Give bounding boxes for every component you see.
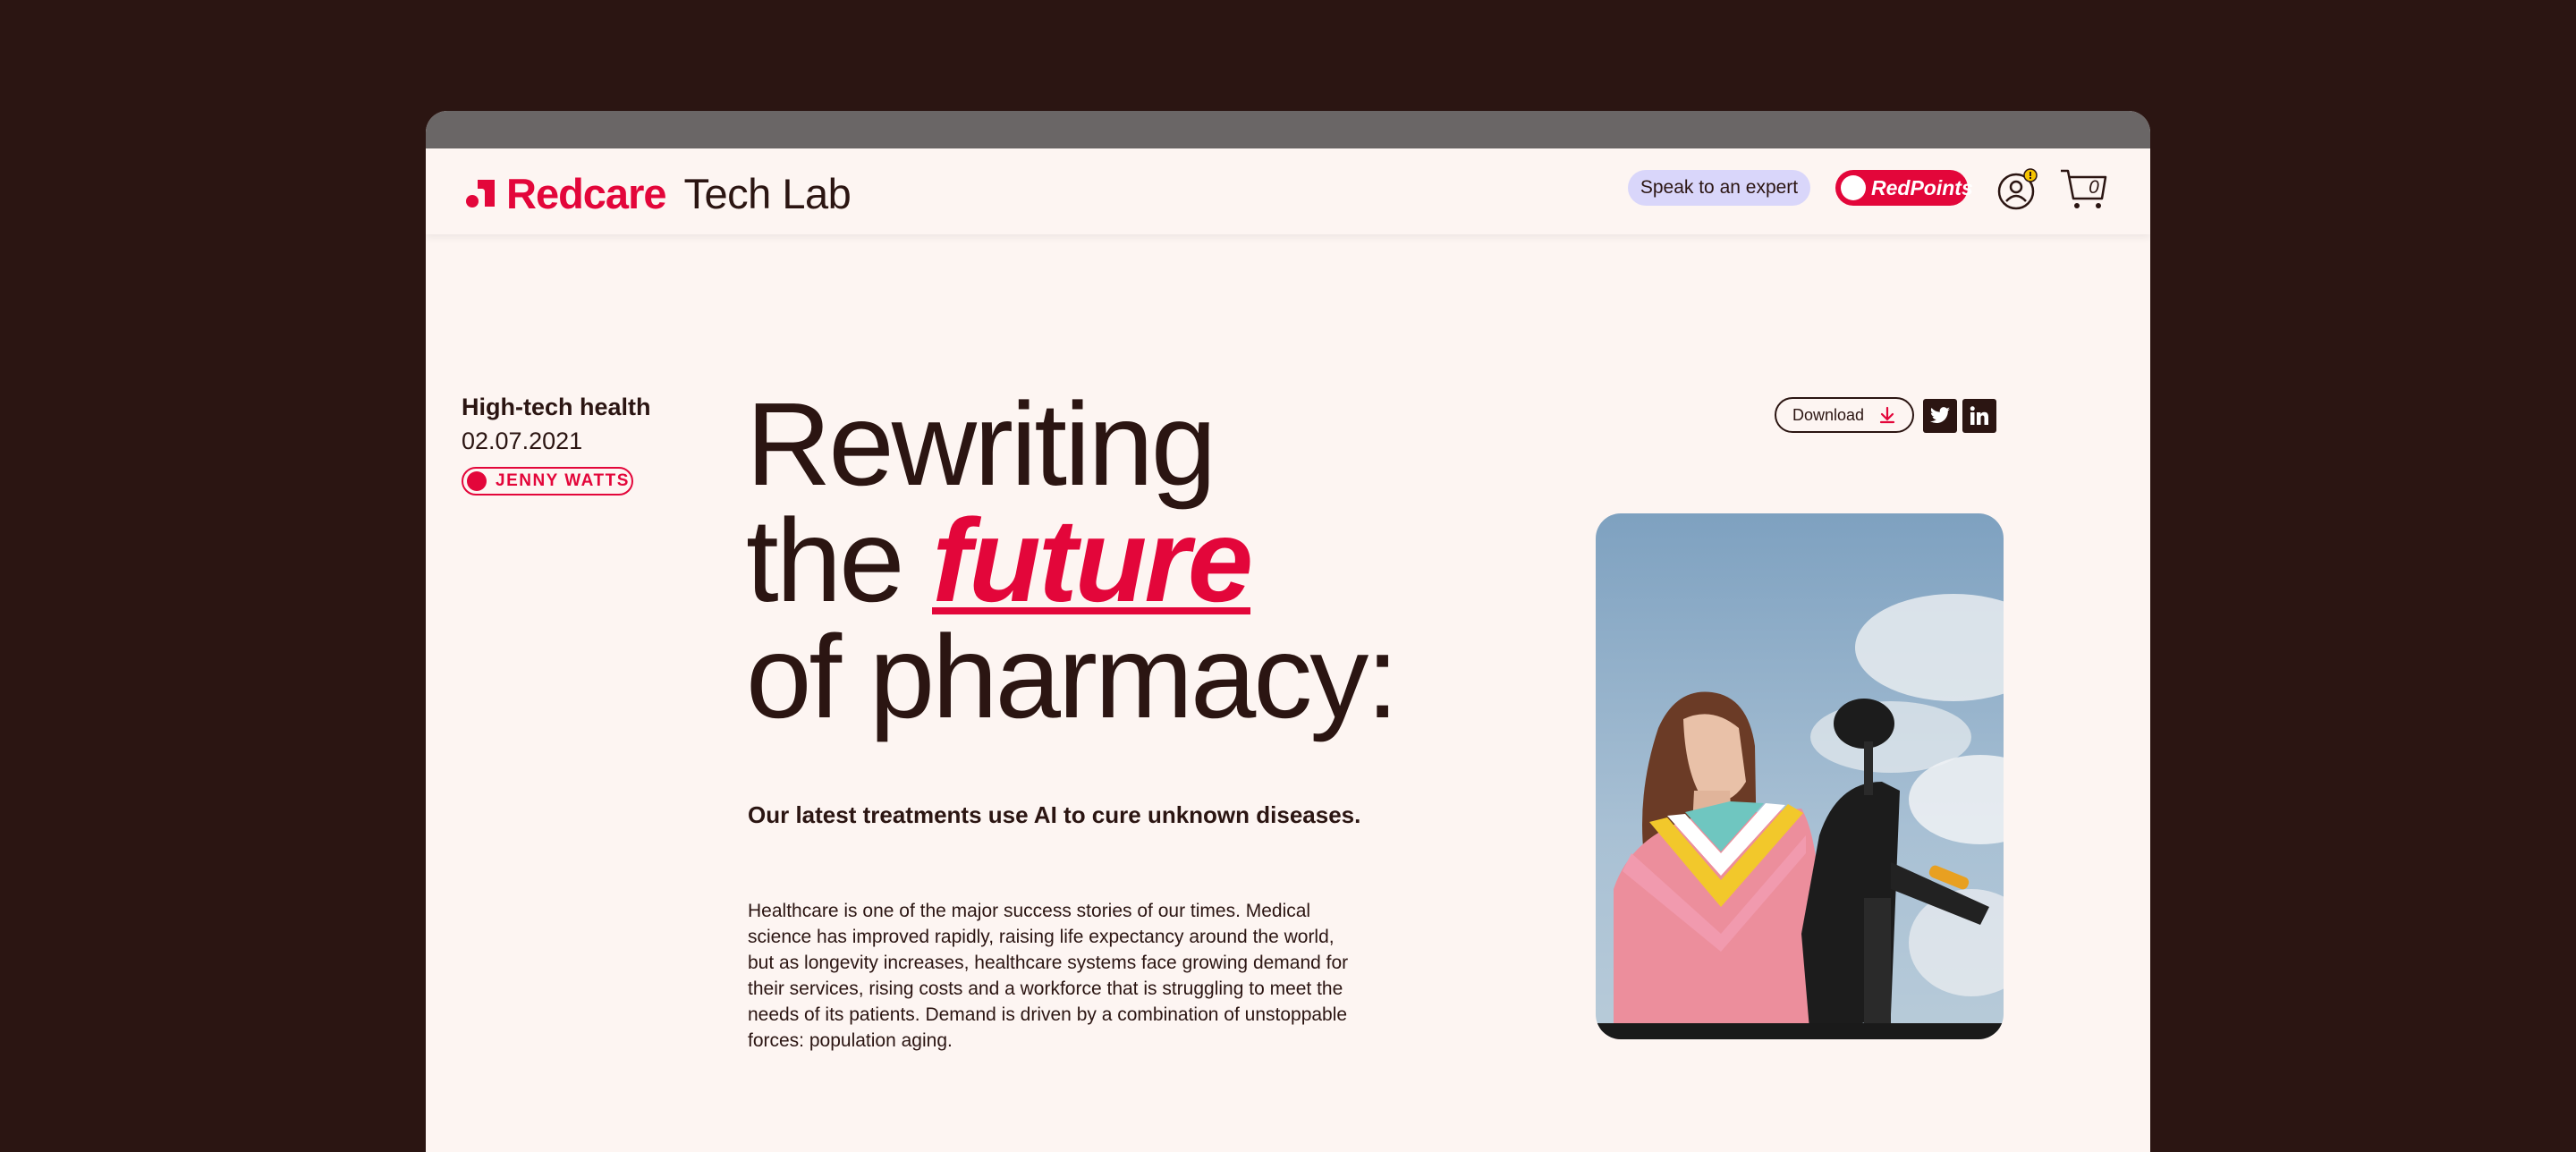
download-label: Download bbox=[1792, 405, 1865, 424]
twitter-share-button[interactable] bbox=[1923, 399, 1957, 433]
logo-brand: Redcare bbox=[506, 169, 666, 217]
account-icon[interactable] bbox=[1996, 168, 2039, 211]
download-icon bbox=[1879, 406, 1895, 424]
headline-line-1: Rewriting bbox=[746, 378, 1216, 510]
download-button[interactable]: Download bbox=[1775, 397, 1914, 433]
twitter-icon bbox=[1930, 407, 1950, 423]
speak-to-expert-button[interactable]: Speak to an expert bbox=[1628, 170, 1810, 206]
redpoints-button[interactable]: RedPoints bbox=[1835, 170, 1973, 206]
headline-accent-word: future bbox=[932, 495, 1253, 626]
author-name: JENNY WATTS bbox=[496, 471, 630, 490]
linkedin-icon bbox=[1970, 406, 1988, 425]
browser-top-bar bbox=[426, 111, 2150, 148]
article-date: 02.07.2021 bbox=[462, 428, 583, 454]
article-subhead: Our latest treatments use AI to cure unk… bbox=[748, 801, 1361, 828]
hero-image bbox=[1596, 513, 2004, 1039]
headline-line-2: the future bbox=[746, 495, 1551, 626]
redcare-logo-icon bbox=[466, 180, 495, 208]
linkedin-share-button[interactable] bbox=[1962, 399, 1996, 433]
article-headline: Rewriting the future of pharmacy: bbox=[746, 378, 1551, 742]
article-body: Healthcare is one of the major success s… bbox=[748, 901, 1349, 1051]
headline-prefix: the bbox=[746, 495, 904, 626]
site-header: Redcare Tech Lab Speak to an expert RedP… bbox=[426, 148, 2150, 234]
hero-photo-illustration bbox=[1596, 513, 2004, 1039]
author-badge[interactable]: JENNY WATTS bbox=[462, 467, 633, 496]
headline-line-3: of pharmacy: bbox=[746, 611, 1399, 742]
logo-sub-brand: Tech Lab bbox=[683, 169, 852, 217]
article-category[interactable]: High-tech health bbox=[462, 394, 651, 421]
browser-window: Redcare Tech Lab Speak to an expert RedP… bbox=[426, 111, 2150, 1152]
redpoints-dot-icon bbox=[1841, 175, 1866, 200]
author-dot-icon bbox=[467, 471, 487, 491]
site-logo[interactable]: Redcare Tech Lab bbox=[465, 170, 852, 217]
cart-count: 0 bbox=[2089, 177, 2099, 198]
redpoints-label: RedPoints bbox=[1871, 175, 1973, 199]
